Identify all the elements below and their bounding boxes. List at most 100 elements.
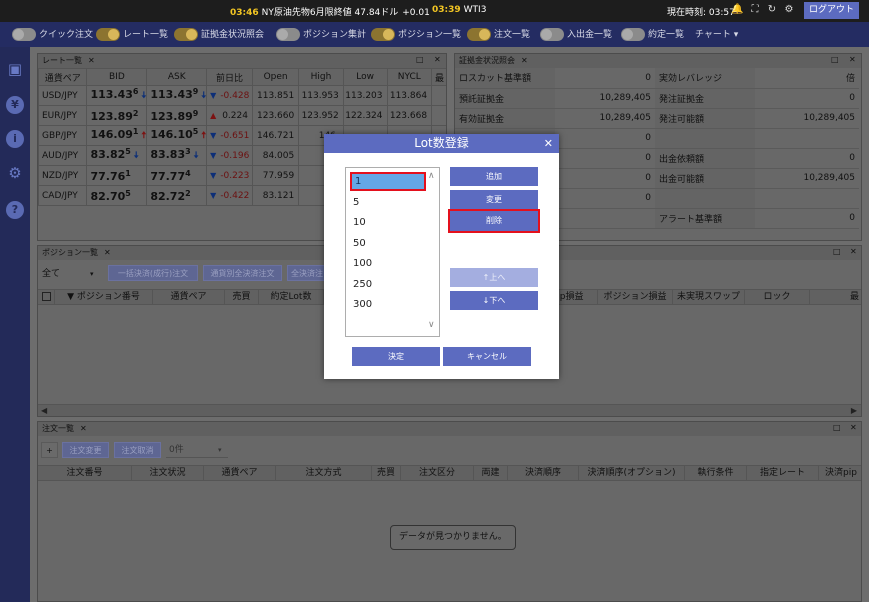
ticker-item-2[interactable]: 03:39 WTI3 [432,5,486,15]
ask-cell[interactable]: 113.439 🠇 [146,85,208,106]
position-filter-select[interactable]: 全て ▾ [42,266,97,282]
ask-cell[interactable]: 82.722 [146,185,208,206]
close-all-button[interactable]: 全決済注 [287,265,327,281]
window-icon[interactable]: □ [833,423,841,432]
scroll-up-icon[interactable]: ∧ [428,171,435,181]
toggle-position-list[interactable]: ポジション一覧 [371,28,461,42]
bell-icon[interactable]: 🔔 [731,4,743,16]
select-all-checkbox[interactable] [38,290,55,304]
ask-cell[interactable]: 77.774 [146,165,208,186]
col-header[interactable]: 最 [431,68,446,86]
scroll-left-icon[interactable]: ◀ [41,405,47,416]
toggle-order-list[interactable]: 注文一覧 [467,28,530,42]
rate-row[interactable]: EUR/JPY 123.892 123.899 ▲ 0.224 123.660 123.… [38,105,446,126]
cancel-button[interactable]: キャンセル [443,347,531,366]
bid-cell[interactable]: 77.761 [86,165,148,186]
cancel-order-button[interactable]: 注文取消 [114,442,161,458]
add-lot-button[interactable]: 追加 [450,167,538,186]
col-header[interactable]: 未実現スワップ [673,290,745,304]
lot-option[interactable]: 250 [350,275,426,294]
horizontal-scrollbar[interactable]: ◀ ▶ [38,404,861,416]
close-icon[interactable]: ✕ [104,248,111,257]
col-header[interactable]: 執行条件 [685,466,747,480]
col-header[interactable]: 両建 [474,466,508,480]
help-icon[interactable]: ? [6,201,24,219]
toggle-switch[interactable] [12,28,36,41]
bid-cell[interactable]: 113.436 🠇 [86,85,148,106]
window-icon[interactable]: □ [416,55,424,64]
window-icon[interactable]: □ [831,55,839,64]
add-order-button[interactable]: + [41,442,58,458]
close-icon[interactable]: ✕ [80,424,87,433]
close-icon[interactable]: ✕ [88,56,95,65]
col-header[interactable]: 注文方式 [276,466,372,480]
col-header[interactable]: 前日比 [206,68,253,86]
gear-icon[interactable]: ⚙ [784,4,794,16]
col-header[interactable]: ▼ ポジション番号 [55,290,153,304]
col-header[interactable]: 注文番号 [38,466,132,480]
col-header[interactable]: NYCL [386,68,433,86]
listbox-scrollbar[interactable]: ∧ ∨ [426,168,439,336]
toggle-position-summary[interactable]: ポジション集計 [276,28,366,42]
col-header[interactable]: 通貨ペア [204,466,276,480]
close-icon[interactable]: ✕ [434,55,441,64]
lot-option[interactable]: 5 [350,193,426,212]
chart-menu[interactable]: チャート ▾ [695,28,738,42]
refresh-icon[interactable]: ↻ [767,4,777,16]
col-header[interactable]: BID [86,68,148,86]
save-icon[interactable]: ▣ [6,60,24,78]
lot-option[interactable]: 1 [350,172,426,191]
edit-lot-button[interactable]: 変更 [450,190,538,209]
ask-cell[interactable]: 146.105 🠅 [146,125,208,146]
toggle-switch[interactable] [467,28,491,41]
fullscreen-icon[interactable]: ⛶ [750,4,760,16]
bid-cell[interactable]: 82.705 [86,185,148,206]
col-header[interactable]: ロック [745,290,810,304]
ask-cell[interactable]: 123.899 [146,105,208,126]
bid-cell[interactable]: 83.825 🠇 [86,145,148,166]
confirm-button[interactable]: 決定 [352,347,440,366]
col-header[interactable]: 決済順序(オプション) [579,466,685,480]
col-header[interactable]: 決済順序 [508,466,579,480]
toggle-execution-list[interactable]: 約定一覧 [621,28,684,42]
close-by-currency-button[interactable]: 通貨別全決済注文 [203,265,282,281]
bid-cell[interactable]: 146.091 🠅 [86,125,148,146]
close-icon[interactable]: ✕ [849,55,856,64]
logout-button[interactable]: ログアウト [804,2,859,19]
col-header[interactable]: 注文区分 [401,466,474,480]
toggle-deposit-list[interactable]: 入出金一覧 [540,28,612,42]
order-count-select[interactable]: 0件 ▾ [166,442,228,458]
col-header[interactable]: High [298,68,344,86]
delete-lot-button[interactable]: 削除 [448,209,540,233]
lot-option[interactable]: 50 [350,234,426,253]
col-header[interactable]: 売買 [225,290,259,304]
bulk-close-market-button[interactable]: 一括決済(成行)注文 [108,265,198,281]
info-icon[interactable]: i [6,130,24,148]
col-header[interactable]: Open [251,68,300,86]
toggle-quick-order[interactable]: クイック注文 [12,28,93,42]
ticker-item-1[interactable]: 03:46 NY原油先物6月限終値 47.84ドル +0.01 [230,5,430,18]
col-header[interactable]: 売買 [372,466,401,480]
toggle-switch[interactable] [621,28,645,41]
toggle-margin-status[interactable]: 証拠金状況照会 [174,28,264,42]
col-header[interactable]: 最 [810,290,861,304]
modify-order-button[interactable]: 注文変更 [62,442,109,458]
col-header[interactable]: 通貨ペア [38,68,88,86]
toggle-switch[interactable] [276,28,300,41]
col-header[interactable]: Low [342,68,388,86]
scroll-right-icon[interactable]: ▶ [851,405,857,416]
yen-icon[interactable]: ¥ [6,96,24,114]
toggle-switch[interactable] [371,28,395,41]
rate-row[interactable]: USD/JPY 113.436 🠇 113.439 🠇 ▼ -0.428 113.851 1… [38,85,446,106]
close-icon[interactable]: ✕ [521,56,528,65]
close-icon[interactable]: ✕ [544,134,553,153]
col-header[interactable]: 通貨ペア [153,290,225,304]
close-icon[interactable]: ✕ [850,247,857,256]
col-header[interactable]: 指定レート [747,466,819,480]
col-header[interactable]: ASK [146,68,208,86]
toggle-switch[interactable] [174,28,198,41]
bid-cell[interactable]: 123.892 [86,105,148,126]
ask-cell[interactable]: 83.833 🠇 [146,145,208,166]
window-icon[interactable]: □ [833,247,841,256]
toggle-switch[interactable] [540,28,564,41]
